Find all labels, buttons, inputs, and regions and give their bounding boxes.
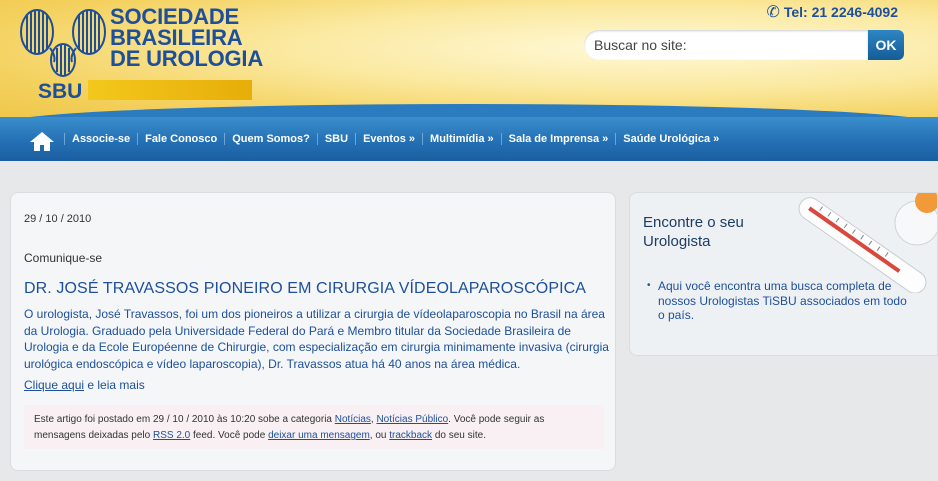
logo-line-1: SOCIEDADE [110, 4, 239, 29]
nav-items: Associe-se Fale Conosco Quem Somos? SBU … [64, 117, 726, 161]
sbu-logo-icon[interactable] [20, 8, 106, 80]
nav-item-saude-urologica[interactable]: Saúde Urológica » [615, 133, 726, 145]
article-date: 29 / 10 / 2010 [24, 213, 92, 225]
logo-bar [88, 80, 252, 100]
find-urologist-title-line-1: Encontre o seu [643, 214, 744, 231]
category-link-noticias[interactable]: Notícias [335, 414, 371, 425]
nav-item-quem-somos[interactable]: Quem Somos? [224, 133, 317, 145]
find-urologist-box: Encontre o seu Urologista Aqui você enco… [629, 192, 938, 356]
nav-item-sbu[interactable]: SBU [316, 133, 355, 145]
read-more-text: e leia mais [84, 378, 145, 392]
footer-text-1: Este artigo foi postado em 29 / 10 / 201… [34, 414, 335, 425]
search-button[interactable]: OK [868, 30, 904, 60]
find-urologist-text[interactable]: Aqui você encontra uma busca completa de… [643, 279, 913, 323]
leave-message-link[interactable]: deixar uma mensagem [268, 430, 370, 441]
read-more: Clique aqui e leia mais [24, 378, 145, 392]
article-category: Comunique-se [24, 251, 103, 265]
nav-item-sala-de-imprensa[interactable]: Sala de Imprensa » [500, 133, 616, 145]
logo-sbu: SBU [38, 80, 83, 103]
find-urologist-title-line-2: Urologista [643, 233, 711, 250]
article-title[interactable]: DR. JOSÉ TRAVASSOS PIONEIRO EM CIRURGIA … [24, 280, 586, 298]
header: SOCIEDADE BRASILEIRA DE UROLOGIA SBU ✆ Te… [0, 0, 938, 120]
logo-text[interactable]: SOCIEDADE BRASILEIRA DE UROLOGIA [110, 4, 264, 71]
category-link-noticias-publico[interactable]: Notícias Público [376, 414, 448, 425]
article-footer: Este artigo foi postado em 29 / 10 / 201… [24, 405, 604, 449]
logo-line-3: DE UROLOGIA [110, 46, 264, 71]
nav-item-associe-se[interactable]: Associe-se [64, 133, 137, 145]
rss-link[interactable]: RSS 2.0 [153, 430, 190, 441]
footer-text-4: , ou [369, 430, 390, 441]
footer-text-3: feed. Você pode [190, 430, 269, 441]
phone-text: Tel: 21 2246-4092 [783, 4, 898, 20]
search-input[interactable] [584, 30, 868, 60]
thermometer-image [767, 193, 937, 293]
home-icon[interactable] [24, 128, 60, 154]
article-body: O urologista, José Travassos, foi um dos… [24, 307, 609, 371]
phone-icon: ✆ [766, 4, 780, 21]
phone-number: ✆ Tel: 21 2246-4092 [766, 2, 898, 22]
nav-item-eventos[interactable]: Eventos » [355, 133, 422, 145]
trackback-link[interactable]: trackback [389, 430, 432, 441]
article-card: 29 / 10 / 2010 Comunique-se DR. JOSÉ TRA… [10, 192, 616, 471]
read-more-link[interactable]: Clique aqui [24, 378, 84, 392]
footer-text-5: do seu site. [432, 430, 486, 441]
logo-line-2: BRASILEIRA [110, 25, 243, 50]
nav-item-multimidia[interactable]: Multimídia » [422, 133, 501, 145]
find-urologist-title[interactable]: Encontre o seu Urologista [643, 213, 744, 251]
nav-item-fale-conosco[interactable]: Fale Conosco [137, 133, 224, 145]
